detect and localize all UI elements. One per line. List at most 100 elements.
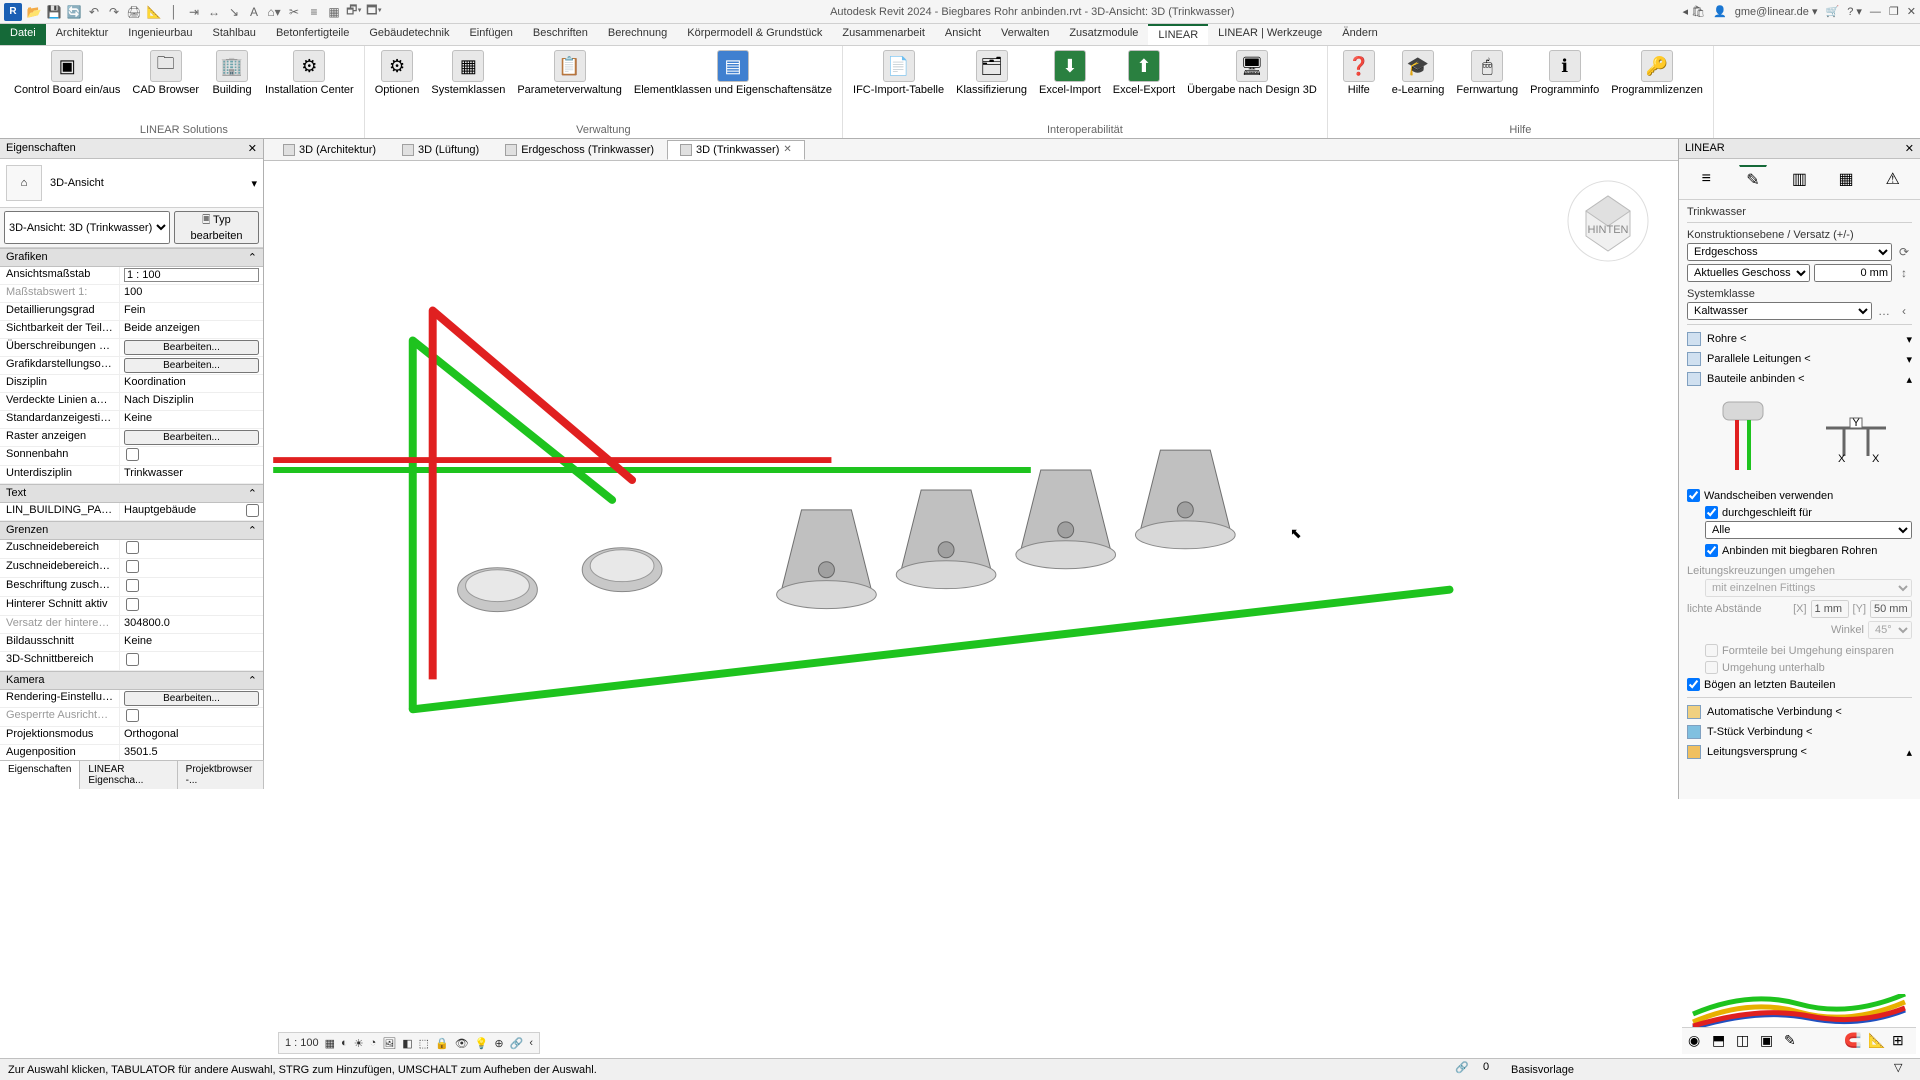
qat-dim-icon[interactable]: ↔ <box>206 4 222 20</box>
crop-icon[interactable]: ◧ <box>402 1037 412 1050</box>
prop-value[interactable]: Keine <box>120 411 263 428</box>
tab-einfuegen[interactable]: Einfügen <box>459 24 522 45</box>
qat-undo-icon[interactable]: ↶ <box>86 4 102 20</box>
li-5-icon[interactable]: ✎ <box>1784 1032 1802 1050</box>
edit-icon[interactable]: ✎ <box>1739 165 1767 193</box>
tab-architektur[interactable]: Architektur <box>46 24 119 45</box>
view-tab-lueftung[interactable]: 3D (Lüftung) <box>389 140 492 160</box>
tab-ingenieurbau[interactable]: Ingenieurbau <box>118 24 202 45</box>
more-icon[interactable]: … <box>1876 303 1892 319</box>
tab-koerpermodell[interactable]: Körpermodell & Grundstück <box>677 24 832 45</box>
properties-header[interactable]: ⌂ 3D-Ansicht ▾ <box>0 159 263 208</box>
crop-visible-icon[interactable]: ⬚ <box>419 1037 429 1050</box>
close-icon[interactable]: ✕ <box>783 144 791 155</box>
close-button[interactable]: ✕ <box>1907 5 1916 18</box>
prop-value[interactable]: 1 : 100 <box>120 267 263 284</box>
ifc-import-button[interactable]: 📄IFC-Import-Tabelle <box>849 48 948 98</box>
design3d-button[interactable]: 🖥Übergabe nach Design 3D <box>1183 48 1321 98</box>
prop-value[interactable]: Keine <box>120 634 263 651</box>
restore-button[interactable]: ❐ <box>1889 5 1899 18</box>
detail-icon[interactable]: ▦ <box>325 1037 335 1050</box>
prop-section[interactable]: Grenzen⌃ <box>0 521 263 540</box>
cad-browser-button[interactable]: 🗀CAD Browser <box>128 48 203 98</box>
status-link-icon[interactable]: 🔗 <box>1455 1061 1473 1079</box>
hilfe-button[interactable]: ❓Hilfe <box>1334 48 1384 98</box>
qat-open-icon[interactable]: 📂 <box>26 4 42 20</box>
close-icon[interactable]: ✕ <box>248 142 257 155</box>
auto-connection-section[interactable]: Automatische Verbindung < <box>1687 702 1912 722</box>
refresh-icon[interactable]: ⟳ <box>1896 244 1912 260</box>
tab-gebaeudetechnik[interactable]: Gebäudetechnik <box>359 24 459 45</box>
prop-value[interactable]: Beide anzeigen <box>120 321 263 338</box>
shadows-icon[interactable]: ◔ <box>370 1037 377 1049</box>
installation-center-button[interactable]: ⚙Installation Center <box>261 48 358 98</box>
prop-value[interactable]: Bearbeiten... <box>120 690 263 707</box>
prop-value[interactable] <box>120 447 263 465</box>
elearning-button[interactable]: 🎓e-Learning <box>1388 48 1449 98</box>
prop-value[interactable]: Nach Disziplin <box>120 393 263 410</box>
qat-section-icon[interactable]: ✂ <box>286 4 302 20</box>
excel-export-button[interactable]: ⬆Excel-Export <box>1109 48 1179 98</box>
sun-icon[interactable]: ☀ <box>354 1037 364 1050</box>
rohre-section[interactable]: Rohre <▾ <box>1687 329 1912 349</box>
programmlizenzen-button[interactable]: 🔑Programmlizenzen <box>1607 48 1707 98</box>
prop-checkbox[interactable] <box>126 541 139 554</box>
menu-icon[interactable]: ≡ <box>1692 165 1720 193</box>
prop-checkbox[interactable] <box>246 504 259 517</box>
tstueck-section[interactable]: T-Stück Verbindung < <box>1687 722 1912 742</box>
columns-icon[interactable]: ▥ <box>1785 165 1813 193</box>
bottom-tab-linear[interactable]: LINEAR Eigenscha... <box>80 761 177 789</box>
prop-checkbox[interactable] <box>126 579 139 592</box>
qat-redo-icon[interactable]: ↷ <box>106 4 122 20</box>
status-template[interactable]: Basisvorlage <box>1511 1064 1574 1076</box>
qat-close-icon[interactable]: ▦ <box>326 4 342 20</box>
tab-aendern[interactable]: Ändern <box>1332 24 1387 45</box>
li-4-icon[interactable]: ▣ <box>1760 1032 1778 1050</box>
cart-icon[interactable]: 🛒 <box>1826 5 1840 18</box>
view-tab-arch[interactable]: 3D (Architektur) <box>270 140 389 160</box>
klassifizierung-button[interactable]: 🗂Klassifizierung <box>952 48 1031 98</box>
edit-type-button[interactable]: 🗏 Typ bearbeiten <box>174 211 259 244</box>
warning-icon[interactable]: ⚠ <box>1879 165 1907 193</box>
calc-icon[interactable]: ▦ <box>1832 165 1860 193</box>
user-icon[interactable]: 👤 <box>1713 5 1727 18</box>
current-storey-select[interactable]: Aktuelles Geschoss <box>1687 264 1810 282</box>
constraints-icon[interactable]: 🔗 <box>510 1037 524 1050</box>
li-6-icon[interactable]: 🧲 <box>1844 1032 1862 1050</box>
prop-value[interactable] <box>120 652 263 670</box>
fernwartung-button[interactable]: 🖱Fernwartung <box>1452 48 1522 98</box>
li-7-icon[interactable]: 📐 <box>1868 1032 1886 1050</box>
elementklassen-button[interactable]: ▤Elementklassen und Eigenschaftensätze <box>630 48 836 98</box>
chevron-icon[interactable]: ‹ <box>1896 303 1912 319</box>
vc-last-icon[interactable]: ‹ <box>529 1037 533 1049</box>
tab-file[interactable]: Datei <box>0 24 46 45</box>
prop-section[interactable]: Kamera⌃ <box>0 671 263 690</box>
prop-edit-button[interactable]: Bearbeiten... <box>124 430 259 445</box>
systemklassen-button[interactable]: ▦Systemklassen <box>427 48 509 98</box>
prop-value[interactable] <box>120 597 263 615</box>
prop-checkbox[interactable] <box>126 653 139 666</box>
qat-measure-icon[interactable]: 📐 <box>146 4 162 20</box>
li-1-icon[interactable]: ◉ <box>1688 1032 1706 1050</box>
parallel-section[interactable]: Parallele Leitungen <▾ <box>1687 349 1912 369</box>
tab-linear-werkzeuge[interactable]: LINEAR | Werkzeuge <box>1208 24 1332 45</box>
prop-value[interactable]: Fein <box>120 303 263 320</box>
prop-checkbox[interactable] <box>126 598 139 611</box>
sprung-section[interactable]: Leitungsversprung <▴ <box>1687 742 1912 762</box>
li-3-icon[interactable]: ◫ <box>1736 1032 1754 1050</box>
qat-text-icon[interactable]: A <box>246 4 262 20</box>
tab-beschriften[interactable]: Beschriften <box>523 24 598 45</box>
prop-value[interactable]: Koordination <box>120 375 263 392</box>
level-select[interactable]: Erdgeschoss <box>1687 243 1892 261</box>
qat-switch-icon[interactable]: 🗗▾ <box>346 4 362 20</box>
prop-checkbox[interactable] <box>126 448 139 461</box>
prop-value[interactable]: Bearbeiten... <box>120 357 263 374</box>
tab-linear[interactable]: LINEAR <box>1148 24 1208 45</box>
sysclass-select[interactable]: Kaltwasser <box>1687 302 1872 320</box>
building-button[interactable]: 🏢Building <box>207 48 257 98</box>
durch-select[interactable]: Alle <box>1705 521 1912 539</box>
tab-betonfertigteile[interactable]: Betonfertigteile <box>266 24 359 45</box>
visual-style-icon[interactable]: ◐ <box>341 1037 348 1049</box>
reveal-icon[interactable]: 💡 <box>475 1037 489 1050</box>
temp-hide-icon[interactable]: 👁 <box>455 1037 469 1050</box>
